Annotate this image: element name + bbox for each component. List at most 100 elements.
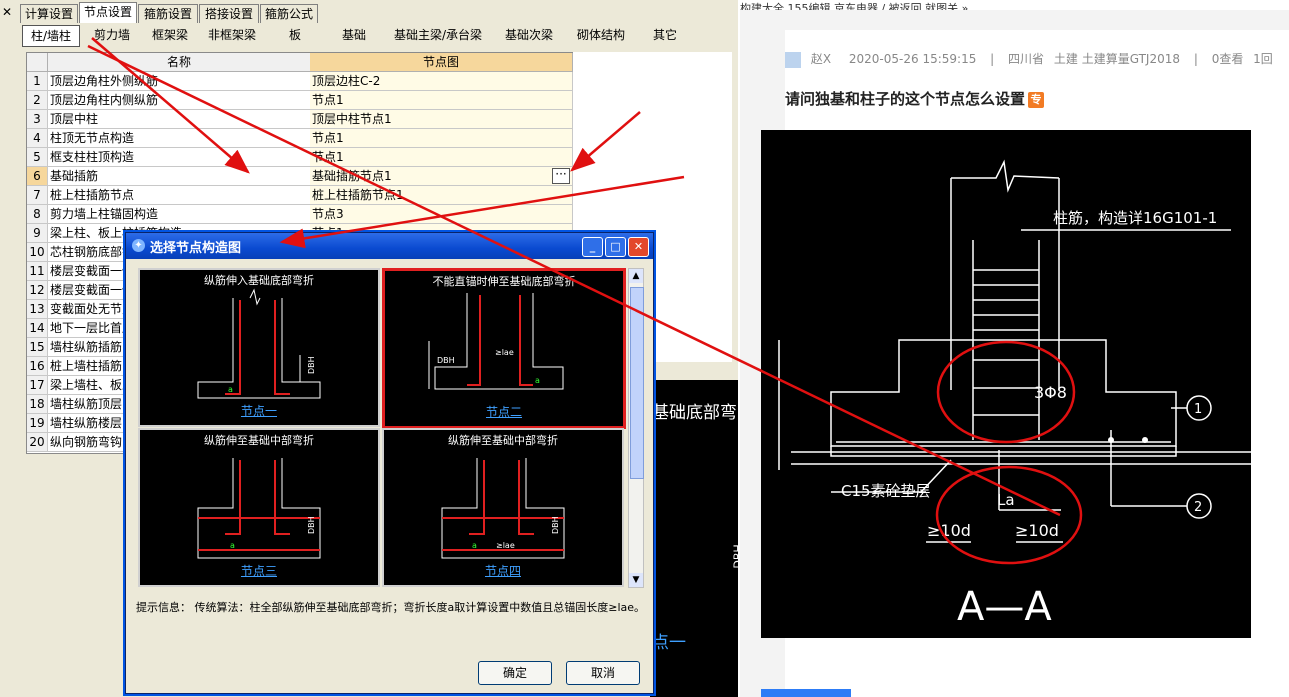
row-number: 7 bbox=[27, 186, 48, 205]
row-name[interactable]: 顶层边角柱内侧纵筋 bbox=[48, 91, 311, 110]
cad-10d-right: ≥10d bbox=[1015, 521, 1059, 540]
cad-cushion-label: C15素砼垫层 bbox=[841, 482, 931, 500]
select-node-dialog: ✦ 选择节点构造图 _ □ ✕ 纵筋伸入基础底部弯折 a DBH 节点一 不能直… bbox=[125, 232, 654, 694]
ellipsis-button[interactable]: ··· bbox=[552, 168, 570, 184]
tab-lap-settings[interactable]: 搭接设置 bbox=[199, 4, 259, 23]
row-node-value[interactable]: 节点1 bbox=[310, 148, 573, 167]
thumbnail-scrollbar[interactable]: ▲ ▼ bbox=[628, 268, 644, 588]
cad-marker-1: 1 bbox=[1194, 402, 1202, 417]
cad-section-label: A—A bbox=[957, 584, 1052, 630]
row-name[interactable]: 顶层中柱 bbox=[48, 110, 311, 129]
row-name[interactable]: 剪力墙上柱锚固构造 bbox=[48, 205, 311, 224]
row-number: 3 bbox=[27, 110, 48, 129]
question-title: 请问独基和柱子的这个节点怎么设置专 bbox=[785, 88, 1045, 109]
row-number: 13 bbox=[27, 300, 48, 319]
tab-masonry[interactable]: 砌体结构 bbox=[568, 25, 634, 45]
reply-count: 1回 bbox=[1253, 52, 1273, 66]
row-name[interactable]: 柱顶无节点构造 bbox=[48, 129, 311, 148]
node-thumbnails: 纵筋伸入基础底部弯折 a DBH 节点一 不能直锚时伸至基础底部弯折 a DBH… bbox=[136, 266, 626, 587]
cad-rebar-label: 3Φ8 bbox=[1034, 383, 1067, 402]
node-thumb-3[interactable]: 纵筋伸至基础中部弯折 a DBH 节点三 bbox=[138, 428, 380, 587]
row-number: 9 bbox=[27, 224, 48, 243]
scroll-up-icon[interactable]: ▲ bbox=[629, 269, 643, 283]
dialog-title-bar[interactable]: ✦ 选择节点构造图 _ □ ✕ bbox=[126, 233, 653, 259]
bookmarks-bar[interactable]: 构建大全 155编辑 京东电器 / 被返回 就图关 » bbox=[740, 0, 1289, 10]
maximize-icon[interactable]: □ bbox=[605, 237, 626, 257]
category[interactable]: 土建 土建算量GTJ2018 bbox=[1054, 52, 1180, 66]
tab-column[interactable]: 柱/墙柱 bbox=[22, 25, 80, 47]
cad-10d-left: ≥10d bbox=[927, 521, 971, 540]
tab-frame-beam[interactable]: 框架梁 bbox=[142, 25, 198, 45]
row-name[interactable]: 顶层边角柱外侧纵筋 bbox=[48, 72, 311, 91]
svg-text:≥lae: ≥lae bbox=[496, 541, 515, 550]
tab-nonframe-beam[interactable]: 非框架梁 bbox=[200, 25, 264, 45]
tab-other[interactable]: 其它 bbox=[640, 25, 690, 45]
row-number: 19 bbox=[27, 414, 48, 433]
table-row[interactable]: 4 柱顶无节点构造 节点1 bbox=[27, 129, 573, 148]
avatar-icon[interactable] bbox=[785, 51, 801, 68]
cad-drawing: 柱筋，构造详16G101-1 3Φ8 C15素砼垫层 La ≥10d ≥10d … bbox=[761, 130, 1251, 638]
row-number: 16 bbox=[27, 357, 48, 376]
cad-note: 柱筋，构造详16G101-1 bbox=[1053, 209, 1217, 227]
tab-foundation-main-beam[interactable]: 基础主梁/承台梁 bbox=[388, 25, 488, 45]
close-icon[interactable]: ✕ bbox=[628, 237, 649, 257]
node-label: 节点一 bbox=[240, 404, 277, 418]
table-row[interactable]: 1 顶层边角柱外侧纵筋 顶层边柱C-2 bbox=[27, 72, 573, 91]
node-thumb-2[interactable]: 不能直锚时伸至基础底部弯折 a DBH ≥lae 节点二 bbox=[382, 268, 626, 429]
background-preview-node: 点一 bbox=[652, 633, 686, 653]
table-row[interactable]: 8 剪力墙上柱锚固构造 节点3 bbox=[27, 205, 573, 224]
meta-divider: | bbox=[1193, 52, 1198, 66]
tab-shear-wall[interactable]: 剪力墙 bbox=[84, 25, 140, 45]
row-node-value[interactable]: 节点1 bbox=[310, 129, 573, 148]
row-node-value[interactable]: 基础插筋节点1 bbox=[310, 167, 573, 186]
meta-divider: | bbox=[990, 52, 995, 66]
cancel-button[interactable]: 取消 bbox=[566, 661, 640, 685]
reply-button[interactable] bbox=[761, 689, 851, 697]
close-icon[interactable]: ✕ bbox=[0, 4, 14, 20]
author-name[interactable]: 赵X bbox=[811, 52, 831, 66]
table-row[interactable]: 2 顶层边角柱内侧纵筋 节点1 bbox=[27, 91, 573, 110]
tab-calc-settings[interactable]: 计算设置 bbox=[20, 4, 78, 23]
column-header-name: 名称 bbox=[48, 53, 311, 72]
svg-text:DBH: DBH bbox=[551, 516, 560, 534]
row-number: 2 bbox=[27, 91, 48, 110]
tab-foundation[interactable]: 基础 bbox=[326, 25, 382, 45]
cad-la-label: La bbox=[997, 491, 1015, 509]
tab-stirrup-formula[interactable]: 箍筋公式 bbox=[260, 4, 318, 23]
row-node-value[interactable]: 节点1 bbox=[310, 91, 573, 110]
table-row[interactable]: 3 顶层中柱 顶层中柱节点1 bbox=[27, 110, 573, 129]
row-number: 20 bbox=[27, 433, 48, 452]
row-number: 17 bbox=[27, 376, 48, 395]
row-name[interactable]: 框支柱柱顶构造 bbox=[48, 148, 311, 167]
app-icon: ✦ bbox=[132, 239, 145, 252]
node-thumb-4[interactable]: 纵筋伸至基础中部弯折 a ≥lae DBH 节点四 bbox=[382, 428, 624, 587]
row-number: 15 bbox=[27, 338, 48, 357]
post-date: 2020-05-26 15:59:15 bbox=[848, 52, 977, 66]
tab-node-settings[interactable]: 节点设置 bbox=[79, 2, 137, 23]
table-row[interactable]: 6 基础插筋 基础插筋节点1 bbox=[27, 167, 573, 186]
node-thumb-1[interactable]: 纵筋伸入基础底部弯折 a DBH 节点一 bbox=[138, 268, 380, 427]
dialog-title: 选择节点构造图 bbox=[150, 241, 242, 256]
location: 四川省 bbox=[1008, 52, 1045, 66]
tab-foundation-secondary-beam[interactable]: 基础次梁 bbox=[496, 25, 562, 45]
tab-stirrup-settings[interactable]: 箍筋设置 bbox=[138, 4, 198, 23]
row-name[interactable]: 基础插筋 bbox=[48, 167, 311, 186]
table-row[interactable]: 5 框支柱柱顶构造 节点1 bbox=[27, 148, 573, 167]
table-row[interactable]: 7 桩上柱插筋节点 桩上柱插筋节点1 bbox=[27, 186, 573, 205]
scroll-down-icon[interactable]: ▼ bbox=[629, 573, 643, 587]
svg-text:DBH: DBH bbox=[437, 356, 455, 365]
ok-button[interactable]: 确定 bbox=[478, 661, 552, 685]
row-number: 5 bbox=[27, 148, 48, 167]
row-node-value[interactable]: 顶层边柱C-2 bbox=[310, 72, 573, 91]
scroll-thumb[interactable] bbox=[630, 287, 644, 479]
minimize-icon[interactable]: _ bbox=[582, 237, 603, 257]
row-node-value[interactable]: 节点3 bbox=[310, 205, 573, 224]
tab-slab[interactable]: 板 bbox=[270, 25, 320, 45]
row-node-value[interactable]: 桩上柱插筋节点1 bbox=[310, 186, 573, 205]
row-number: 6 bbox=[27, 167, 48, 186]
row-node-value[interactable]: 顶层中柱节点1 bbox=[310, 110, 573, 129]
row-number: 4 bbox=[27, 129, 48, 148]
row-name[interactable]: 桩上柱插筋节点 bbox=[48, 186, 311, 205]
highlight-circle-anchorage bbox=[935, 465, 1083, 565]
svg-text:a: a bbox=[472, 541, 477, 550]
